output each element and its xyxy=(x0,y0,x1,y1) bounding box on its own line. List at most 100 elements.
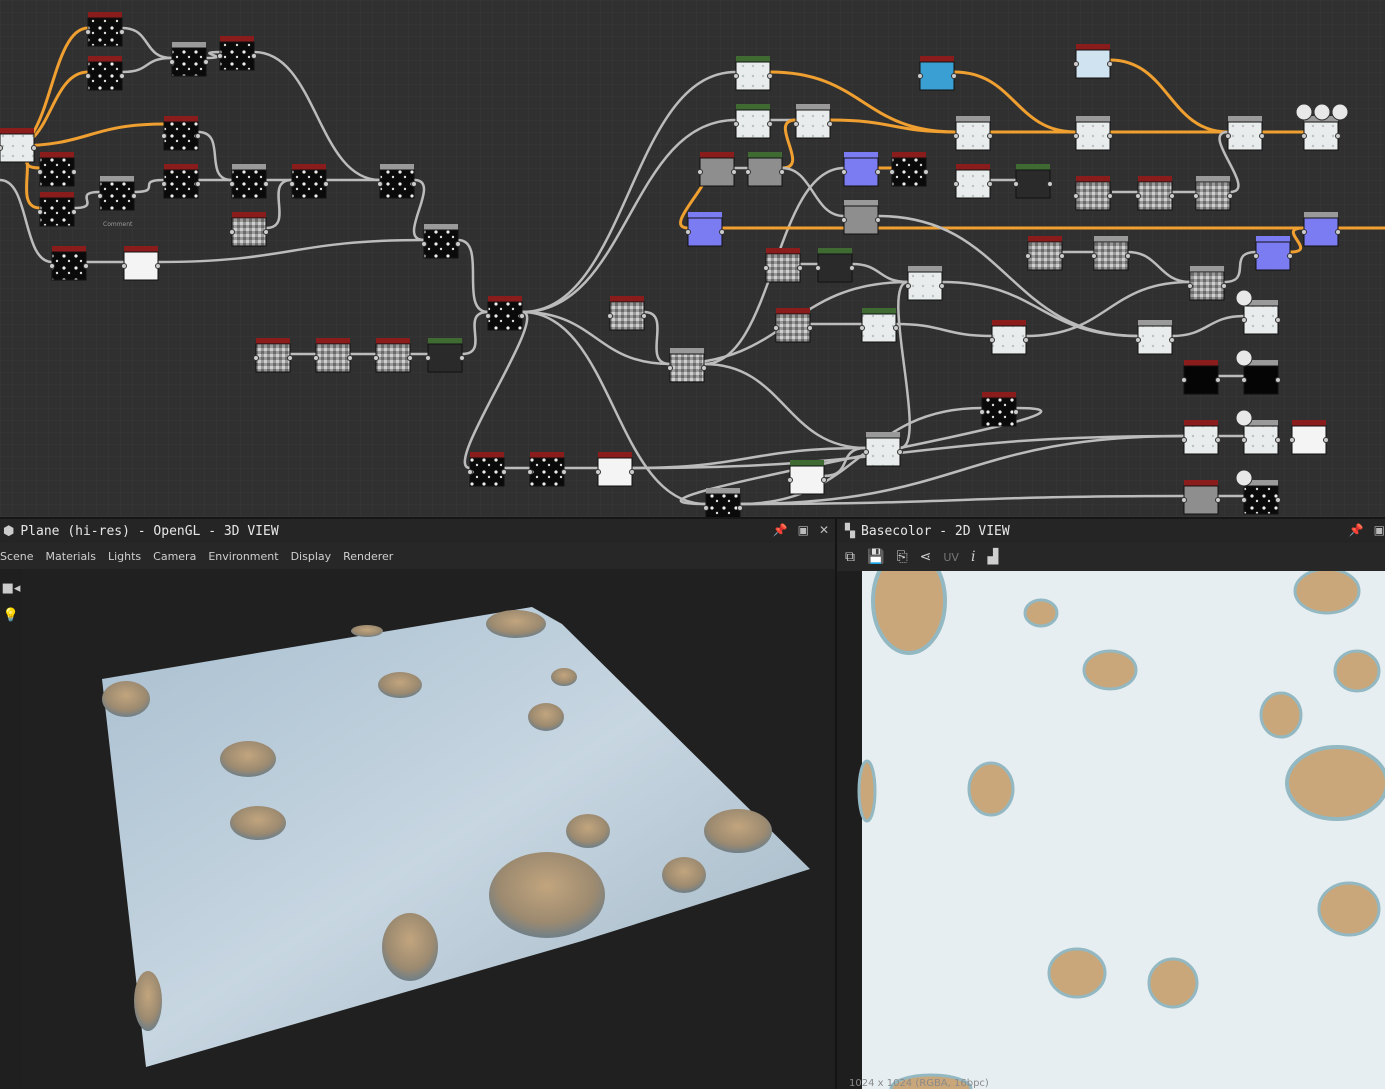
save-icon[interactable]: 💾 xyxy=(867,549,884,565)
graph-node[interactable] xyxy=(979,392,1019,427)
graph-node[interactable] xyxy=(841,200,881,235)
graph-node[interactable] xyxy=(161,116,201,151)
graph-node[interactable] xyxy=(953,164,993,199)
graph-node[interactable] xyxy=(863,432,903,467)
graph-node[interactable] xyxy=(121,246,161,281)
graph-node[interactable] xyxy=(467,452,507,487)
graph-node[interactable] xyxy=(373,338,413,373)
menu-renderer[interactable]: Renderer xyxy=(343,550,393,563)
graph-node[interactable] xyxy=(253,338,293,373)
menu-scene[interactable]: Scene xyxy=(0,550,34,563)
checker-icon: ▚ xyxy=(845,523,855,539)
graph-canvas[interactable] xyxy=(0,0,1385,517)
graph-node[interactable] xyxy=(1181,480,1221,515)
graph-node[interactable] xyxy=(1073,176,1113,211)
graph-node[interactable] xyxy=(161,164,201,199)
info-icon[interactable]: i xyxy=(971,549,975,565)
graph-node[interactable] xyxy=(733,104,773,139)
graph-node[interactable] xyxy=(773,308,813,343)
graph-node[interactable] xyxy=(1301,116,1341,151)
graph-node[interactable] xyxy=(1025,236,1065,271)
light-bulb-icon[interactable]: 💡 xyxy=(0,608,22,623)
graph-node[interactable] xyxy=(989,320,1029,355)
graph-node[interactable] xyxy=(685,212,725,247)
graph-node[interactable] xyxy=(313,338,353,373)
copy-icon[interactable]: ⎘ xyxy=(896,549,907,565)
graph-node[interactable] xyxy=(527,452,567,487)
graph-node[interactable] xyxy=(917,56,957,91)
graph-node[interactable] xyxy=(595,452,635,487)
uv-dropdown[interactable]: UV xyxy=(943,551,959,564)
menu-materials[interactable]: Materials xyxy=(46,550,96,563)
graph-node[interactable] xyxy=(1181,360,1221,395)
menu-camera[interactable]: Camera xyxy=(153,550,196,563)
graph-node[interactable] xyxy=(889,152,929,187)
view3d-viewport[interactable] xyxy=(22,569,835,1089)
graph-node[interactable] xyxy=(1073,44,1113,79)
graph-node[interactable] xyxy=(607,296,647,331)
cube-icon: ⬢ xyxy=(3,523,15,539)
output-badge-icon xyxy=(1235,469,1253,487)
output-badge-icon xyxy=(1235,409,1253,427)
graph-node[interactable] xyxy=(1135,320,1175,355)
graph-node[interactable] xyxy=(1135,176,1175,211)
basecolor-texture xyxy=(862,571,1385,1089)
graph-node[interactable] xyxy=(1289,420,1329,455)
graph-node[interactable] xyxy=(49,246,89,281)
graph-node[interactable] xyxy=(85,56,125,91)
graph-node[interactable] xyxy=(1013,164,1053,199)
graph-node[interactable] xyxy=(667,348,707,383)
graph-node[interactable] xyxy=(37,152,77,187)
close-icon[interactable]: ✕ xyxy=(819,523,829,537)
maximize-icon[interactable]: ▣ xyxy=(798,523,809,537)
graph-node[interactable] xyxy=(85,12,125,47)
menu-lights[interactable]: Lights xyxy=(108,550,141,563)
graph-node[interactable] xyxy=(1225,116,1265,151)
graph-node[interactable] xyxy=(485,296,525,331)
histogram-icon[interactable]: ▟ xyxy=(987,549,998,565)
graph-node[interactable] xyxy=(953,116,993,151)
graph-node[interactable] xyxy=(859,308,899,343)
graph-node[interactable] xyxy=(815,248,855,283)
menu-display[interactable]: Display xyxy=(291,550,332,563)
output-badge-icon xyxy=(1313,103,1331,121)
view3d-title: Plane (hi-res) - OpenGL - 3D VIEW xyxy=(20,523,279,539)
graph-node[interactable] xyxy=(703,488,743,517)
graph-node[interactable] xyxy=(841,152,881,187)
pin-icon[interactable]: 📌 xyxy=(1349,523,1364,537)
maximize-icon[interactable]: ▣ xyxy=(1374,523,1385,537)
share-icon[interactable]: ⋖ xyxy=(920,549,932,565)
graph-node[interactable] xyxy=(1091,236,1131,271)
graph-node[interactable] xyxy=(905,266,945,301)
graph-node[interactable] xyxy=(745,152,785,187)
graph-node[interactable] xyxy=(1073,116,1113,151)
graph-node[interactable] xyxy=(37,192,77,227)
graph-node[interactable] xyxy=(97,176,137,211)
graph-node[interactable] xyxy=(1193,176,1233,211)
graph-node[interactable] xyxy=(793,104,833,139)
graph-node[interactable] xyxy=(425,338,465,373)
graph-node[interactable] xyxy=(697,152,737,187)
camera-icon[interactable]: ■◂ xyxy=(0,581,22,596)
graph-node[interactable] xyxy=(289,164,329,199)
view3d-side-toolbar: ■◂ 💡 xyxy=(0,569,22,1089)
node-graph[interactable]: Comment xyxy=(0,0,1385,517)
menu-environment[interactable]: Environment xyxy=(208,550,278,563)
graph-node[interactable] xyxy=(1181,420,1221,455)
graph-node[interactable] xyxy=(377,164,417,199)
graph-node[interactable] xyxy=(229,164,269,199)
graph-node[interactable] xyxy=(1187,266,1227,301)
pin-icon[interactable]: 📌 xyxy=(773,523,788,537)
graph-node[interactable] xyxy=(763,248,803,283)
graph-node[interactable] xyxy=(169,42,209,77)
graph-node[interactable] xyxy=(1253,236,1293,271)
graph-node[interactable] xyxy=(1301,212,1341,247)
view2d-viewport[interactable] xyxy=(837,571,1385,1089)
graph-node[interactable] xyxy=(733,56,773,91)
graph-node[interactable] xyxy=(0,128,37,163)
graph-node[interactable] xyxy=(787,460,827,495)
graph-node[interactable] xyxy=(217,36,257,71)
graph-node[interactable] xyxy=(421,224,461,259)
graph-node[interactable] xyxy=(229,212,269,247)
export-icon[interactable]: ⧉ xyxy=(845,549,855,565)
